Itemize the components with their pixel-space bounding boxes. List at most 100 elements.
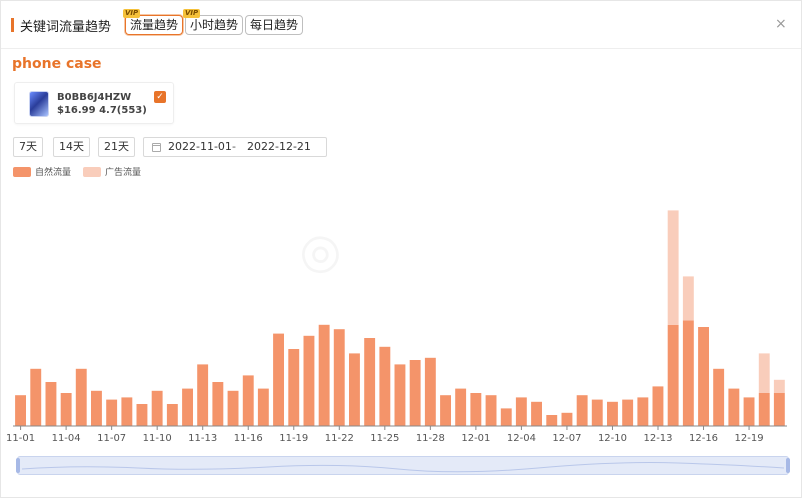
- product-thumbnail: [29, 91, 49, 117]
- x-tick-label: 11-25: [370, 433, 399, 444]
- close-icon[interactable]: ×: [775, 16, 787, 32]
- bar-organic-11-17[interactable]: [257, 388, 269, 426]
- calendar-icon: [152, 143, 161, 152]
- bar-organic-11-05[interactable]: [75, 368, 87, 426]
- zoom-slider[interactable]: [16, 456, 790, 475]
- bar-organic-12-16[interactable]: [698, 327, 709, 426]
- date-separator: -: [232, 140, 236, 153]
- bar-organic-11-08[interactable]: [121, 397, 133, 426]
- bar-organic-12-08[interactable]: [576, 395, 588, 426]
- vip-badge: VIP: [123, 9, 141, 18]
- tab-label: 每日趋势: [250, 18, 299, 32]
- bar-organic-11-04[interactable]: [60, 393, 72, 426]
- x-tick-label: 12-01: [461, 433, 490, 444]
- bar-organic-12-11[interactable]: [622, 399, 634, 426]
- bar-organic-12-06[interactable]: [546, 415, 558, 426]
- range-21-days-button[interactable]: 21天: [98, 137, 135, 157]
- x-tick-label: 12-10: [598, 433, 627, 444]
- x-tick-label: 11-04: [52, 433, 81, 444]
- date-range-picker[interactable]: 2022-11-01 - 2022-12-21: [143, 137, 327, 157]
- x-tick-label: 11-01: [6, 433, 35, 444]
- traffic-bar-chart: 11-01 11-04 11-07 11-10 11-13 11-16 11-19 11-22…: [6, 210, 787, 444]
- range-7-days-button[interactable]: 7天: [13, 137, 43, 157]
- x-tick-label: 11-13: [188, 433, 217, 444]
- modal-title: 关键词流量趋势: [20, 20, 112, 35]
- modal-header: 关键词流量趋势 VIP 流量趋势 VIP 小时趋势 每日趋势 ×: [1, 1, 801, 49]
- x-tick-label: 12-16: [689, 433, 718, 444]
- product-checkbox[interactable]: ✓: [154, 91, 166, 103]
- bar-organic-12-20[interactable]: [758, 393, 770, 426]
- bar-organic-11-26[interactable]: [394, 364, 406, 426]
- tab-daily-trend[interactable]: 每日趋势: [245, 15, 304, 35]
- bar-organic-11-12[interactable]: [182, 388, 193, 426]
- bar-ad-12-21[interactable]: [773, 379, 785, 393]
- bar-organic-11-02[interactable]: [30, 368, 42, 426]
- bar-organic-12-07[interactable]: [561, 412, 573, 426]
- bar-organic-11-19[interactable]: [288, 349, 300, 426]
- bar-organic-11-14[interactable]: [212, 382, 224, 426]
- bar-organic-11-18[interactable]: [273, 333, 284, 426]
- date-start-input[interactable]: 2022-11-01: [168, 140, 232, 153]
- bar-organic-11-16[interactable]: [242, 375, 254, 426]
- bar-organic-11-15[interactable]: [227, 390, 239, 426]
- date-end-input[interactable]: 2022-12-21: [247, 140, 311, 153]
- bar-organic-11-30[interactable]: [455, 388, 467, 426]
- product-card[interactable]: B0BB6J4HZW $16.99 4.7(553) ✓: [14, 82, 174, 124]
- product-price-rating: $16.99 4.7(553): [57, 105, 147, 116]
- tab-label: 小时趋势: [190, 18, 239, 32]
- slider-left-handle[interactable]: [16, 458, 20, 473]
- bar-organic-11-25[interactable]: [379, 346, 391, 426]
- bar-organic-11-23[interactable]: [349, 353, 360, 426]
- bar-organic-12-21[interactable]: [773, 393, 785, 426]
- tab-traffic-trend[interactable]: VIP 流量趋势: [123, 9, 184, 35]
- bar-organic-11-01[interactable]: [15, 395, 26, 426]
- x-tick-label: 12-13: [643, 433, 672, 444]
- bar-organic-12-05[interactable]: [531, 401, 542, 426]
- bar-organic-11-09[interactable]: [136, 404, 148, 426]
- bar-organic-11-24[interactable]: [364, 338, 376, 426]
- bar-organic-11-20[interactable]: [303, 335, 315, 426]
- x-tick-label: 11-10: [143, 433, 172, 444]
- x-tick-label: 11-28: [416, 433, 445, 444]
- title-accent-bar: [11, 18, 14, 32]
- bar-organic-11-06[interactable]: [91, 390, 102, 426]
- bar-ad-12-20[interactable]: [758, 353, 770, 393]
- bar-organic-12-01[interactable]: [470, 393, 482, 426]
- vip-badge: VIP: [183, 9, 201, 18]
- bar-organic-12-13[interactable]: [652, 386, 664, 426]
- bar-ad-12-15[interactable]: [682, 276, 694, 321]
- bar-organic-12-10[interactable]: [607, 401, 618, 426]
- bar-organic-12-03[interactable]: [500, 408, 512, 426]
- bar-organic-11-03[interactable]: [45, 382, 57, 426]
- bar-organic-11-13[interactable]: [197, 364, 209, 426]
- bar-organic-12-18[interactable]: [728, 388, 740, 426]
- bar-organic-12-02[interactable]: [485, 395, 497, 426]
- range-14-days-button[interactable]: 14天: [53, 137, 90, 157]
- bar-organic-12-15[interactable]: [682, 320, 694, 426]
- bar-organic-11-21[interactable]: [318, 324, 330, 426]
- x-tick-label: 11-19: [279, 433, 308, 444]
- bar-organic-11-29[interactable]: [440, 395, 451, 426]
- bar-organic-11-22[interactable]: [333, 329, 345, 426]
- x-tick-label: 11-22: [325, 433, 354, 444]
- slider-right-handle[interactable]: [786, 458, 790, 473]
- bar-organic-11-10[interactable]: [151, 390, 163, 426]
- tab-hourly-trend[interactable]: VIP 小时趋势: [183, 9, 244, 35]
- slider-preview-line: [21, 462, 785, 473]
- bar-organic-12-09[interactable]: [591, 399, 603, 426]
- bar-organic-11-28[interactable]: [424, 357, 436, 426]
- bar-organic-11-11[interactable]: [166, 404, 178, 426]
- bar-organic-12-17[interactable]: [713, 368, 725, 426]
- bar-organic-12-19[interactable]: [743, 397, 755, 426]
- x-tick-label: 12-04: [507, 433, 536, 444]
- x-tick-label: 11-07: [97, 433, 126, 444]
- bar-organic-11-27[interactable]: [409, 360, 421, 426]
- bar-organic-12-14[interactable]: [667, 324, 679, 426]
- x-tick-label: 12-07: [552, 433, 581, 444]
- keyword-heading: phone case: [12, 56, 102, 72]
- bar-organic-12-12[interactable]: [637, 397, 649, 426]
- bar-organic-12-04[interactable]: [515, 397, 527, 426]
- x-tick-label: 11-16: [234, 433, 263, 444]
- bar-ad-12-14[interactable]: [667, 210, 679, 325]
- bar-organic-11-07[interactable]: [106, 399, 118, 426]
